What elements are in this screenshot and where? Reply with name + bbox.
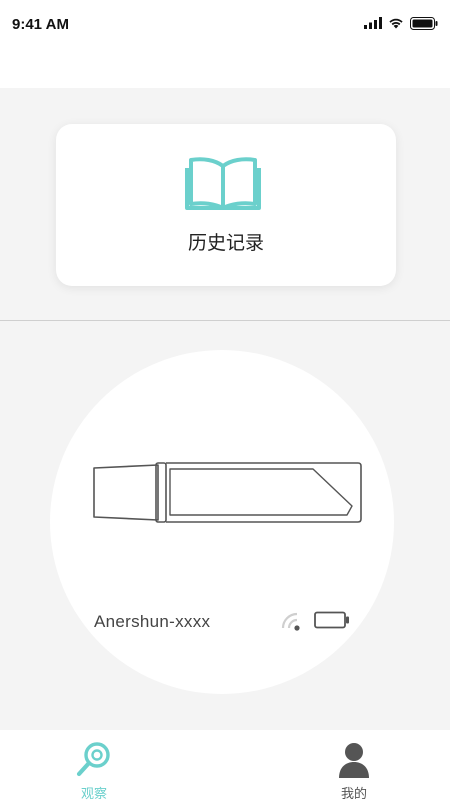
cellular-signal-icon [364, 17, 382, 29]
divider [0, 320, 450, 321]
status-bar: 9:41 AM [0, 0, 450, 88]
wifi-signal-icon [281, 612, 300, 631]
book-icon [185, 157, 261, 210]
device-panel[interactable]: Anershun-xxxx [50, 350, 394, 694]
status-icons [364, 14, 438, 32]
tab-observe[interactable]: 观察 [62, 738, 126, 800]
tab-mine[interactable]: 我的 [322, 738, 386, 800]
history-label: 历史记录 [187, 233, 264, 254]
status-time: 9:41 AM [12, 16, 69, 33]
search-observe-icon [76, 742, 110, 777]
profile-icon [339, 743, 369, 778]
battery-icon [410, 16, 438, 30]
endoscope-device-image [93, 462, 362, 523]
tab-observe-label: 观察 [80, 786, 107, 800]
tab-mine-label: 我的 [340, 786, 367, 800]
device-name: Anershun-xxxx [94, 612, 211, 631]
tab-bar: 观察 我的 [0, 730, 450, 800]
device-battery-icon [314, 611, 349, 629]
wifi-icon [389, 18, 403, 29]
history-card[interactable]: 历史记录 [56, 124, 396, 286]
